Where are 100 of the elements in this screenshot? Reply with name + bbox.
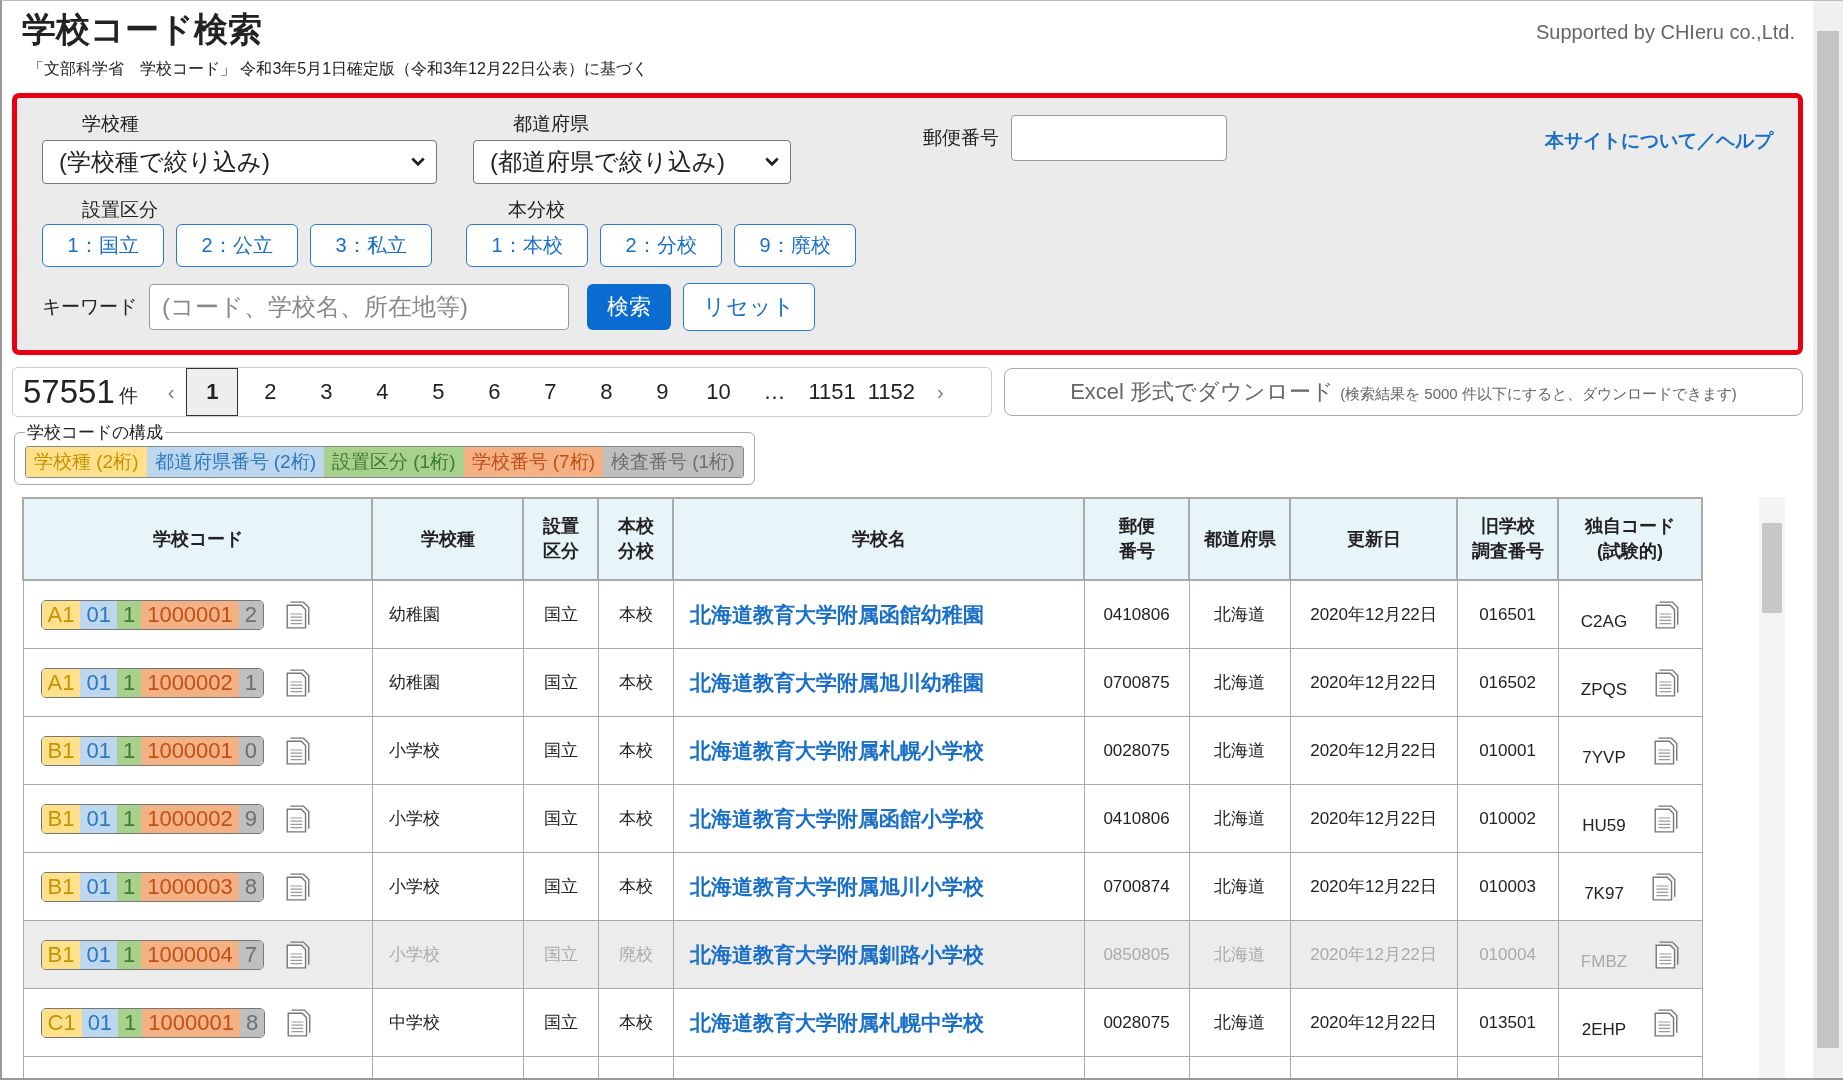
table-cell: 本校 <box>598 852 673 921</box>
school-code-badge: B1 01 1 1000003 8 <box>40 871 265 902</box>
filter-toggle-button[interactable]: 1：国立 <box>42 224 164 267</box>
search-button[interactable]: 検索 <box>587 284 671 330</box>
own-code-text: ZPQS <box>1580 679 1628 700</box>
page-link[interactable]: 8 <box>582 369 631 415</box>
document-icon[interactable] <box>1653 804 1678 833</box>
field-label: キーワード <box>42 295 137 319</box>
page-link[interactable]: 1152 <box>865 369 918 415</box>
field-label: 学校種 <box>81 112 140 136</box>
document-icon[interactable] <box>1651 872 1676 901</box>
table-cell: 0028075 <box>1084 988 1189 1057</box>
school-code-badge: C1 01 1 1000001 8 <box>40 1007 266 1038</box>
table-cell: 国立 <box>523 852 598 921</box>
table-cell: 北海道 <box>1189 852 1290 921</box>
filter-toggle-button[interactable]: 3：私立 <box>310 224 432 267</box>
table-cell: 小学校 <box>372 784 523 853</box>
table-scrollbar[interactable] <box>1759 497 1785 1078</box>
own-code-text: FMBZ <box>1580 951 1628 972</box>
page-link[interactable]: 4 <box>358 369 407 415</box>
column-header: 都道府県 <box>1189 498 1290 580</box>
page-link[interactable]: 1 <box>186 368 239 416</box>
table-cell: 2020年12月22日 <box>1290 852 1457 921</box>
prefecture-dropdown[interactable]: (都道府県で絞り込み) <box>473 140 791 184</box>
table-cell: 0410806 <box>1084 580 1189 649</box>
table-cell: 2020年12月22日 <box>1290 580 1457 649</box>
chevron-down-icon <box>764 156 780 168</box>
document-icon[interactable] <box>287 1008 312 1037</box>
document-icon[interactable] <box>286 804 311 833</box>
help-link[interactable]: 本サイトについて／ヘルプ <box>1545 128 1773 154</box>
keyword-field[interactable]: (コード、学校名、所在地等) <box>149 284 569 330</box>
document-icon[interactable] <box>1655 600 1680 629</box>
page-link[interactable]: 10 <box>694 369 743 415</box>
document-icon[interactable] <box>1653 736 1678 765</box>
page-link[interactable]: 2 <box>246 369 295 415</box>
table-cell: 016502 <box>1457 648 1558 717</box>
table-cell: 国立 <box>523 580 598 649</box>
legend-item: 学校種 (2桁) <box>26 447 147 477</box>
filter-toggle-button[interactable]: 9：廃校 <box>734 224 856 267</box>
table-cell: 2020年12月22日 <box>1290 784 1457 853</box>
document-icon[interactable] <box>1654 1008 1679 1037</box>
table-cell: 北海道 <box>1189 648 1290 717</box>
table-cell: 本校 <box>598 648 673 717</box>
reset-button[interactable]: リセット <box>683 283 815 331</box>
document-icon[interactable] <box>286 668 311 697</box>
filter-toggle-button[interactable]: 2：公立 <box>176 224 298 267</box>
count-unit: 件 <box>118 384 138 408</box>
document-icon[interactable] <box>286 600 311 629</box>
page-title: 学校コード検索 <box>22 9 263 50</box>
table-cell: 国立 <box>523 716 598 785</box>
table-cell: 北海道 <box>1189 580 1290 649</box>
previous-page-link[interactable]: ‹ <box>155 380 187 404</box>
document-icon[interactable] <box>1655 940 1680 969</box>
legend-item: 学校番号 (7桁) <box>463 447 603 477</box>
filter-toggle-button[interactable]: 1：本校 <box>466 224 588 267</box>
table-cell: 2020年12月22日 <box>1290 920 1457 989</box>
table-cell: 016501 <box>1457 580 1558 649</box>
page-link[interactable]: 6 <box>470 369 519 415</box>
table-cell: 2020年12月22日 <box>1290 648 1457 717</box>
table-cell: 0028075 <box>1084 716 1189 785</box>
legend-item: 設置区分 (1桁) <box>324 447 464 477</box>
credit-text: Supported by CHIeru co.,Ltd. <box>1535 21 1795 44</box>
column-header: 学校コード <box>23 498 372 580</box>
document-icon[interactable] <box>286 940 311 969</box>
table-cell: 本校 <box>598 580 673 649</box>
school-type-dropdown[interactable]: (学校種で絞り込み) <box>42 140 437 184</box>
table-cell: 本校 <box>598 988 673 1057</box>
document-icon[interactable] <box>286 872 311 901</box>
table-cell: 国立 <box>523 988 598 1057</box>
table-cell: 小学校 <box>372 716 523 785</box>
document-icon[interactable] <box>1655 668 1680 697</box>
page-link[interactable]: 7 <box>526 369 575 415</box>
school-code-badge: B1 01 1 1000004 7 <box>40 939 265 970</box>
own-code-text: C2AG <box>1580 611 1628 632</box>
page-link[interactable]: 5 <box>414 369 463 415</box>
column-header: 設置区分 <box>523 498 598 580</box>
column-header: 更新日 <box>1290 498 1457 580</box>
excel-download-button[interactable]: Excel 形式でダウンロード (検索結果を 5000 件以下にすると、ダウンロードできます) <box>1004 368 1803 416</box>
chevron-down-icon <box>410 156 426 168</box>
filter-toggle-button[interactable]: 2：分校 <box>600 224 722 267</box>
table-cell: 本校 <box>598 716 673 785</box>
table-cell: 本校 <box>598 784 673 853</box>
table-cell: 国立 <box>523 784 598 853</box>
document-icon[interactable] <box>286 736 311 765</box>
page-link[interactable]: 1151 <box>806 369 858 415</box>
table-cell: 010001 <box>1457 716 1558 785</box>
next-page-link[interactable]: › <box>925 380 956 404</box>
table-cell: 0850805 <box>1084 920 1189 989</box>
table-cell: 北海道 <box>1189 988 1290 1057</box>
page-scrollbar[interactable] <box>1813 1 1843 1078</box>
school-code-badge: A1 01 1 1000002 1 <box>40 667 265 698</box>
page-link[interactable]: 3 <box>302 369 351 415</box>
table-cell: 010003 <box>1457 852 1558 921</box>
table-cell: 013501 <box>1457 988 1558 1057</box>
page-link[interactable]: 9 <box>638 369 687 415</box>
table-cell: 幼稚園 <box>372 648 523 717</box>
page-link[interactable]: … <box>750 369 799 415</box>
page-subtitle: 「文部科学省 学校コード」 令和3年5月1日確定版（令和3年12月22日公表）に基づく <box>27 59 648 79</box>
postal-code-field[interactable] <box>1011 115 1227 161</box>
result-count: 57551 <box>23 373 115 411</box>
